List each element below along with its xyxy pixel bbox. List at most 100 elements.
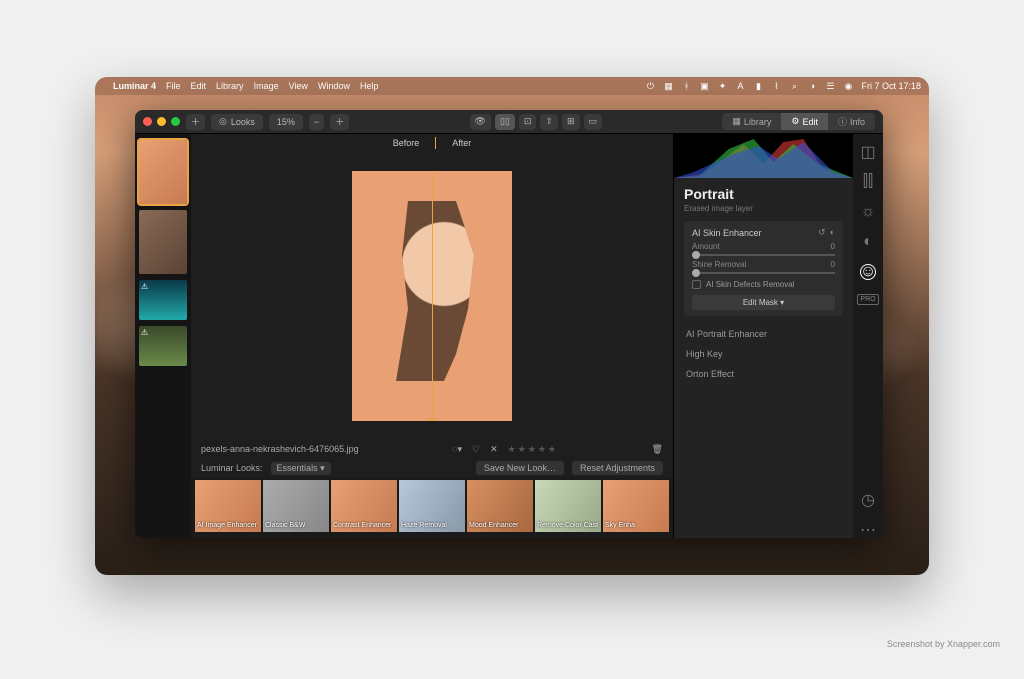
- edit-mask-button[interactable]: Edit Mask ▾: [692, 295, 835, 310]
- filmstrip-thumb[interactable]: [139, 140, 187, 204]
- menubar-image[interactable]: Image: [254, 81, 279, 91]
- menubar-edit[interactable]: Edit: [191, 81, 207, 91]
- zoom-out-button[interactable]: −: [309, 114, 324, 130]
- menubar-app-name[interactable]: Luminar 4: [113, 81, 156, 91]
- look-preset[interactable]: Remove Color Cast: [535, 480, 601, 532]
- look-preset[interactable]: Mood Enhancer: [467, 480, 533, 532]
- looks-category-dropdown[interactable]: Essentials ▾: [271, 462, 331, 475]
- preview-toggle-button[interactable]: 👁: [470, 114, 491, 130]
- tool-high-key[interactable]: High Key: [684, 344, 843, 364]
- toggle-visibility-icon[interactable]: ◐: [830, 227, 835, 238]
- after-label: After: [452, 138, 471, 148]
- looks-meta-label: Luminar Looks:: [201, 463, 263, 473]
- status-icon[interactable]: ⏻: [645, 81, 655, 91]
- zoom-in-button[interactable]: ＋: [330, 114, 349, 130]
- status-bluetooth-icon[interactable]: ᚼ: [681, 81, 691, 91]
- amount-slider-thumb[interactable]: [692, 251, 700, 259]
- panel-subtitle: Erased image layer: [684, 204, 843, 213]
- status-notifications-icon[interactable]: ☰: [825, 81, 835, 91]
- fullscreen-window-button[interactable]: [171, 117, 180, 126]
- tab-info-label: Info: [850, 117, 865, 127]
- tool-name[interactable]: AI Skin Enhancer: [692, 228, 762, 238]
- trash-icon[interactable]: 🗑: [652, 444, 663, 455]
- close-window-button[interactable]: [143, 117, 152, 126]
- shine-slider-thumb[interactable]: [692, 269, 700, 277]
- looks-dropdown[interactable]: ◎ Looks: [211, 114, 263, 130]
- status-input-icon[interactable]: A: [735, 81, 745, 91]
- looks-row: AI Image Enhancer Classic B&W Contrast E…: [191, 478, 673, 538]
- look-preset[interactable]: AI Image Enhancer: [195, 480, 261, 532]
- crop-button[interactable]: ⊡: [519, 114, 537, 130]
- inspector-panel: Portrait Erased image layer AI Skin Enha…: [673, 134, 853, 538]
- grid-toggle-button[interactable]: ⊞: [562, 114, 580, 130]
- look-preset[interactable]: Classic B&W: [263, 480, 329, 532]
- compare-slider-line[interactable]: [432, 171, 433, 421]
- undo-icon[interactable]: ↺: [818, 227, 826, 238]
- save-look-button[interactable]: Save New Look…: [476, 461, 564, 475]
- look-preset[interactable]: Contrast Enhancer: [331, 480, 397, 532]
- tool-orton-effect[interactable]: Orton Effect: [684, 364, 843, 384]
- histogram[interactable]: [674, 134, 853, 178]
- creative-icon[interactable]: ◐: [860, 234, 876, 250]
- filmstrip-thumb[interactable]: [139, 210, 187, 274]
- filmstrip-thumb[interactable]: ⚠: [139, 326, 187, 366]
- look-label: Classic B&W: [265, 522, 327, 530]
- canvas-image[interactable]: [352, 171, 512, 421]
- status-icon[interactable]: ◑: [807, 81, 817, 91]
- menubar-file[interactable]: File: [166, 81, 181, 91]
- minimize-window-button[interactable]: [157, 117, 166, 126]
- tab-edit[interactable]: ⚙ Edit: [781, 113, 828, 130]
- filename-label: pexels-anna-nekrashevich-6476065.jpg: [201, 444, 359, 454]
- tab-info[interactable]: ⓘ Info: [828, 113, 875, 130]
- reject-icon[interactable]: ✕: [490, 444, 498, 455]
- essentials-icon[interactable]: ☼: [860, 204, 876, 220]
- tool-ai-portrait-enhancer[interactable]: AI Portrait Enhancer: [684, 324, 843, 344]
- flag-icon[interactable]: ◌▾: [452, 444, 462, 455]
- single-toggle-button[interactable]: ▭: [584, 114, 603, 130]
- look-preset[interactable]: Haze Removal: [399, 480, 465, 532]
- canvas-tools-icon[interactable]: ⫿⫿: [860, 174, 876, 190]
- tab-library-label: Library: [744, 117, 772, 127]
- favorite-icon[interactable]: ♡: [472, 444, 480, 455]
- status-battery-icon[interactable]: ▮: [753, 81, 763, 91]
- pro-badge[interactable]: PRO: [857, 294, 878, 305]
- more-icon[interactable]: ⋯: [860, 522, 876, 538]
- compare-view-button[interactable]: ▯▯: [495, 114, 515, 130]
- menubar-view[interactable]: View: [289, 81, 308, 91]
- menubar-help[interactable]: Help: [360, 81, 379, 91]
- layers-icon[interactable]: ◫: [860, 144, 876, 160]
- window-controls: [143, 117, 180, 126]
- looks-label: Looks: [231, 117, 255, 127]
- zoom-dropdown[interactable]: 15%: [269, 114, 303, 130]
- shine-value: 0: [831, 260, 835, 269]
- before-label: Before: [393, 138, 420, 148]
- edit-icon: ⚙: [791, 116, 799, 127]
- defects-label: AI Skin Defects Removal: [706, 280, 794, 289]
- menubar-clock[interactable]: Fri 7 Oct 17:18: [861, 81, 921, 91]
- add-button[interactable]: ＋: [186, 114, 205, 130]
- shine-slider-row: Shine Removal 0: [692, 260, 835, 274]
- status-airplay-icon[interactable]: ▣: [699, 81, 709, 91]
- shine-slider[interactable]: [692, 272, 835, 274]
- status-icon[interactable]: ✦: [717, 81, 727, 91]
- history-icon[interactable]: ◷: [860, 492, 876, 508]
- status-icon[interactable]: ▦: [663, 81, 673, 91]
- filmstrip-thumb[interactable]: ⚠: [139, 280, 187, 320]
- reset-adjustments-button[interactable]: Reset Adjustments: [572, 461, 663, 475]
- status-wifi-icon[interactable]: ⌇: [771, 81, 781, 91]
- warning-icon: ⚠: [141, 282, 148, 291]
- share-button[interactable]: ⇧: [540, 114, 558, 130]
- menubar-library[interactable]: Library: [216, 81, 244, 91]
- look-label: Remove Color Cast: [537, 522, 599, 530]
- status-search-icon[interactable]: ⌕: [789, 81, 799, 91]
- compare-slider-handle[interactable]: [428, 417, 436, 421]
- look-label: AI Image Enhancer: [197, 522, 259, 530]
- status-siri-icon[interactable]: ◉: [843, 81, 853, 91]
- portrait-icon[interactable]: ☺: [860, 264, 876, 280]
- tab-library[interactable]: ▦ Library: [722, 113, 781, 130]
- rating-stars[interactable]: ★★★★★: [508, 444, 558, 455]
- amount-slider[interactable]: [692, 254, 835, 256]
- defects-checkbox[interactable]: [692, 280, 701, 289]
- look-preset[interactable]: Sky Enha: [603, 480, 669, 532]
- menubar-window[interactable]: Window: [318, 81, 350, 91]
